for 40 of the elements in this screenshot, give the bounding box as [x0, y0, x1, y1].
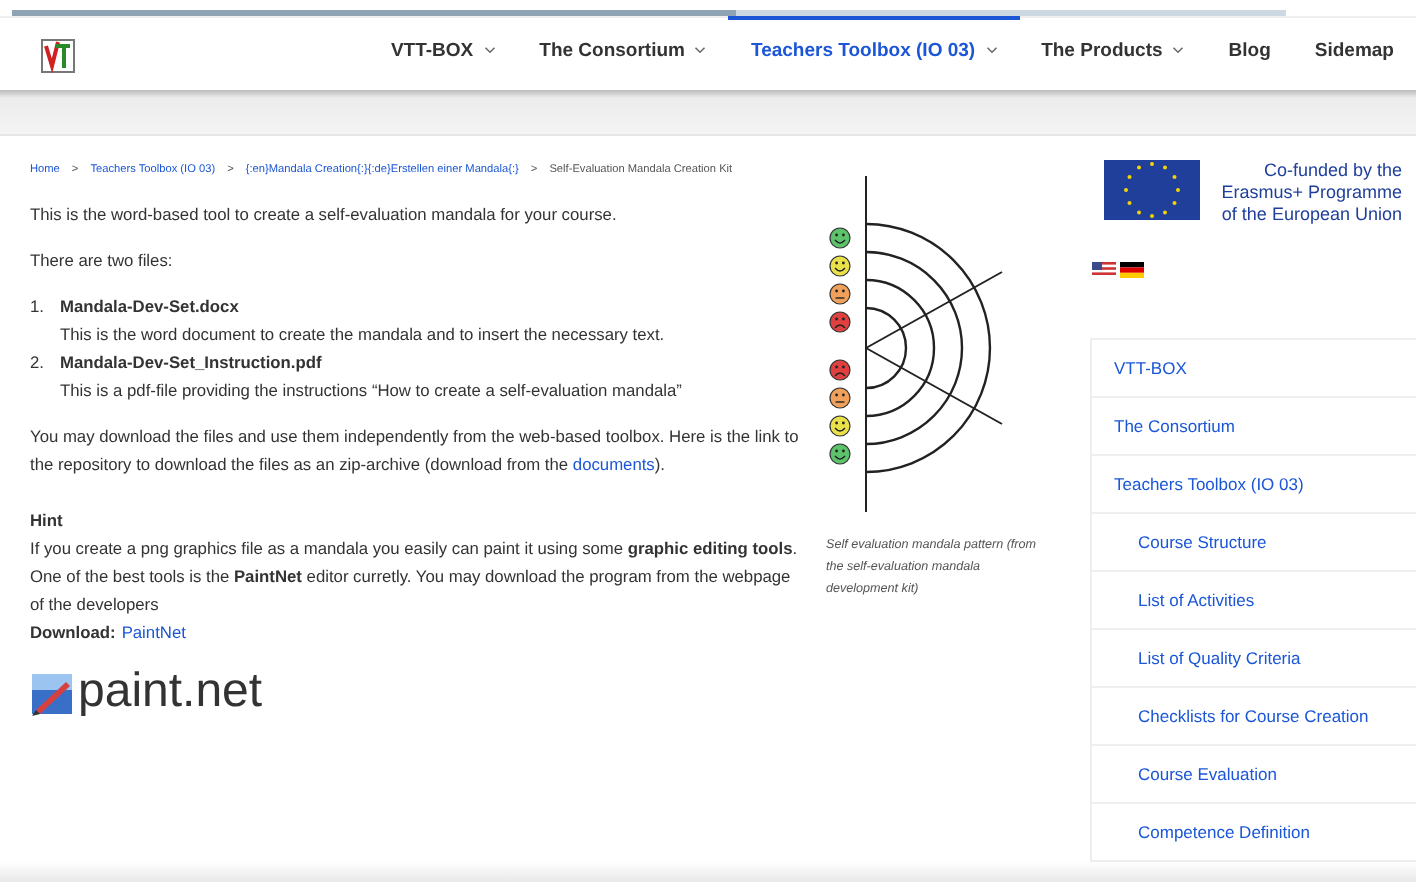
sidebar-item[interactable]: The Consortium [1090, 398, 1416, 456]
nav-item[interactable]: The Consortium [517, 15, 729, 81]
files-intro: There are two files: [30, 248, 175, 274]
list-number: 2. [30, 350, 46, 376]
sidebar-subitem[interactable]: List of Activities [1090, 572, 1416, 630]
sidebar-subitem[interactable]: Competence Definition [1090, 804, 1416, 862]
sidebar-subitem[interactable]: Course Structure [1090, 514, 1416, 572]
list-number: 1. [30, 294, 46, 320]
funding-text: Co-funded by the Erasmus+ Programme of the European Union [1219, 160, 1402, 226]
german-flag-icon[interactable] [1120, 262, 1144, 278]
nav-item[interactable]: The Products [1019, 15, 1207, 81]
paintnet-logo-text: paint.net [78, 666, 263, 718]
file-name: Mandala-Dev-Set.docx [60, 294, 241, 320]
nav-item[interactable]: Teachers Toolbox (IO 03) [728, 15, 1020, 81]
hint-title: Hint [30, 508, 65, 534]
nav-item[interactable]: Sidemap [1292, 15, 1416, 81]
file-description: This is the word document to create the mandala and to insert the necessary text. [60, 322, 665, 348]
download-label: Download: [30, 620, 116, 646]
caret-icon[interactable] [694, 46, 707, 54]
sidebar-subitem[interactable]: Course Evaluation [1090, 746, 1416, 804]
caret-icon[interactable] [1172, 46, 1185, 54]
paintnet-link[interactable]: PaintNet [121, 618, 186, 646]
sidebar-subitem[interactable]: Checklists for Course Creation [1090, 688, 1416, 746]
nav-item[interactable]: VTT-BOX [368, 15, 518, 81]
us-flag-icon[interactable] [1092, 262, 1116, 278]
site-logo-icon[interactable] [40, 36, 76, 76]
file-name: Mandala-Dev-Set_Instruction.pdf [60, 350, 324, 376]
caret-icon[interactable] [985, 46, 998, 54]
eu-flag-icon [1104, 160, 1200, 220]
sidebar-item[interactable]: VTT-BOX [1090, 340, 1416, 398]
paint-brush-icon [30, 670, 74, 718]
documents-link[interactable]: documents [572, 454, 655, 474]
download-paragraph: You may download the files and use them independently from the web-based toolbox. Here is the link to the repository to download the files as an zip-archive (download from the documents). [30, 424, 801, 478]
file-description: This is a pdf-file providing the instructions “How to create a self-evaluation mandala” [60, 378, 682, 404]
intro-text: This is the word-based tool to create a self-evaluation mandala for your course. [30, 202, 619, 228]
sidebar-subitem[interactable]: List of Quality Criteria [1090, 630, 1416, 688]
sidebar-item[interactable]: Teachers Toolbox (IO 03) [1090, 456, 1416, 514]
nav-item[interactable]: Blog [1206, 15, 1293, 81]
caret-icon[interactable] [483, 46, 496, 54]
hint-text: If you create a png graphics file as a mandala you easily can paint it using some graphic editing tools. One of the best tools is the PaintNet editor curretly. You may download the program from the webpage of the developers [30, 536, 800, 618]
